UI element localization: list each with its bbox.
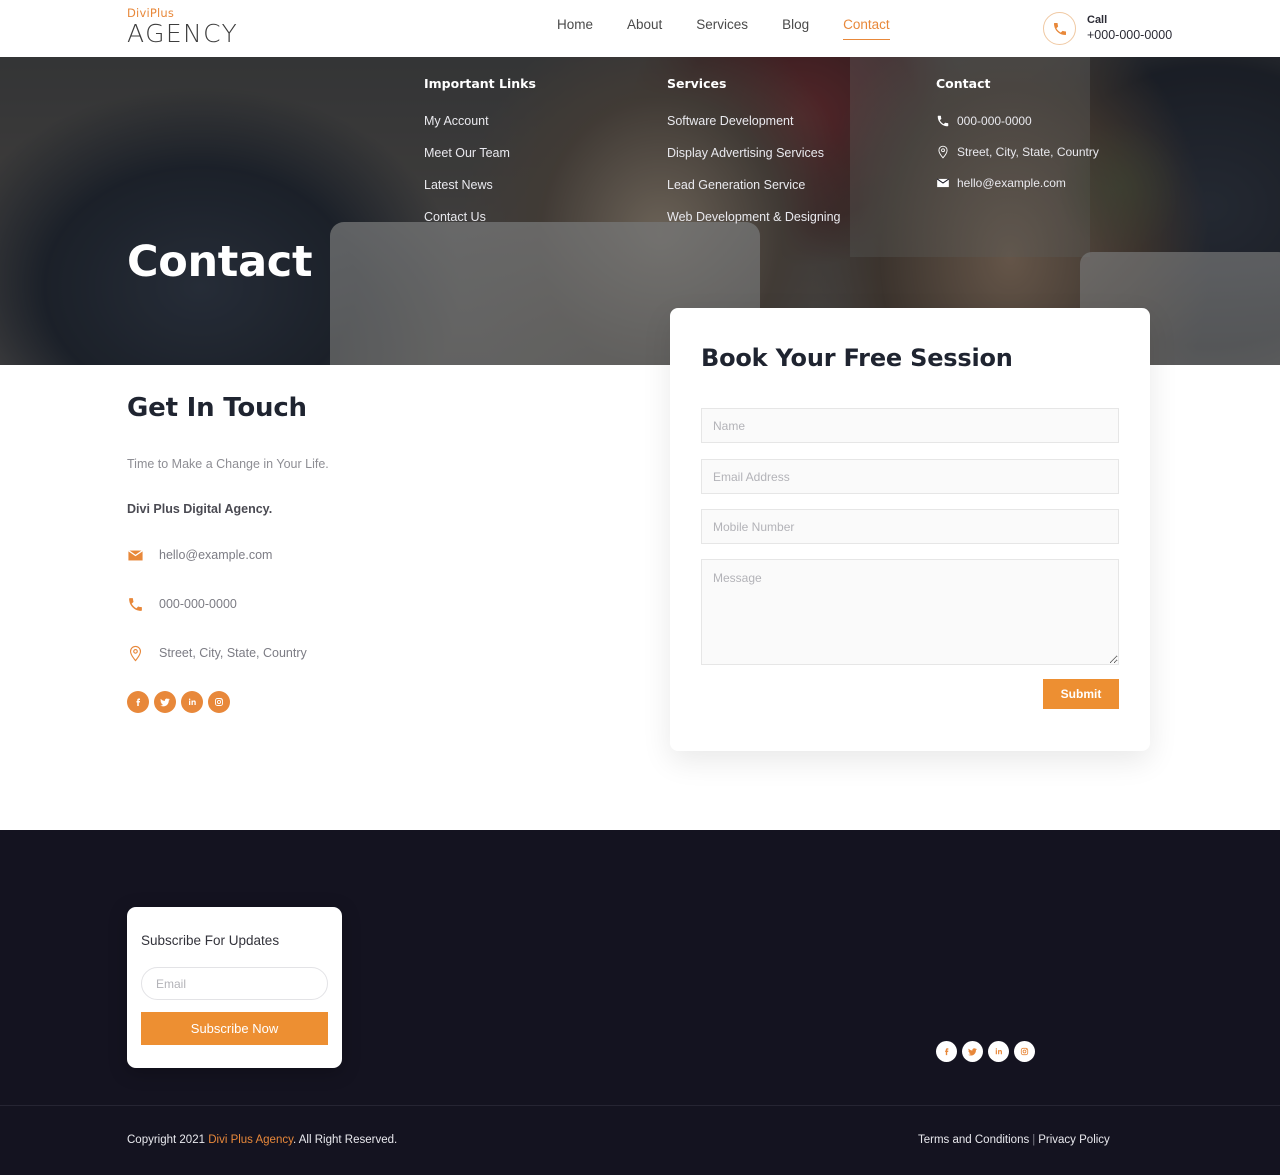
facebook-icon[interactable] xyxy=(127,691,149,713)
contact-email-text: hello@example.com xyxy=(159,548,273,562)
legal-separator: | xyxy=(1032,1134,1036,1146)
footer-link-meet-our-team[interactable]: Meet Our Team xyxy=(424,146,536,160)
contact-phone-text: 000-000-0000 xyxy=(159,597,237,611)
terms-link[interactable]: Terms and Conditions xyxy=(918,1134,1029,1146)
footer-link-my-account[interactable]: My Account xyxy=(424,114,536,128)
subscribe-email-input[interactable] xyxy=(141,967,328,1000)
nav-item-contact[interactable]: Contact xyxy=(826,17,907,40)
linkedin-icon[interactable] xyxy=(988,1041,1009,1062)
logo-top-text: DiviPlus xyxy=(127,6,175,20)
page-title: Contact xyxy=(127,237,313,287)
footer-contact-heading: Contact xyxy=(936,76,991,91)
logo-bottom-text: AGENCY xyxy=(127,18,239,48)
call-number: +000-000-0000 xyxy=(1087,28,1173,43)
nav-item-blog[interactable]: Blog xyxy=(765,17,826,32)
linkedin-icon[interactable] xyxy=(181,691,203,713)
map-pin-icon xyxy=(936,145,957,159)
mobile-input[interactable] xyxy=(701,509,1119,544)
footer-email-row[interactable]: hello@example.com xyxy=(936,176,1099,190)
footer-service-software-development[interactable]: Software Development xyxy=(667,114,840,128)
get-in-touch-heading: Get In Touch xyxy=(127,393,307,423)
copyright-brand[interactable]: Divi Plus Agency xyxy=(208,1134,293,1146)
envelope-icon xyxy=(936,176,957,190)
contact-email-row[interactable]: hello@example.com xyxy=(127,543,307,567)
social-links xyxy=(127,691,230,713)
site-header: DiviPlus AGENCY Home About Services Blog… xyxy=(0,0,1280,57)
instagram-icon[interactable] xyxy=(1014,1041,1035,1062)
privacy-link[interactable]: Privacy Policy xyxy=(1038,1134,1110,1146)
copyright-suffix: . All Right Reserved. xyxy=(293,1134,398,1146)
footer-service-web-development[interactable]: Web Development & Designing xyxy=(667,210,840,224)
map-pin-icon xyxy=(127,645,153,662)
site-logo[interactable]: DiviPlus AGENCY xyxy=(127,6,239,48)
envelope-icon xyxy=(127,547,153,564)
call-label: Call xyxy=(1087,13,1108,26)
footer-services-column: Services Software Development Display Ad… xyxy=(667,76,840,242)
company-name: Divi Plus Digital Agency. xyxy=(127,502,273,516)
subscribe-heading: Subscribe For Updates xyxy=(141,933,280,948)
main-navigation: Home About Services Blog Contact xyxy=(540,17,907,40)
footer-phone-row[interactable]: 000-000-0000 xyxy=(936,114,1099,128)
phone-icon xyxy=(936,114,957,128)
legal-links: Terms and Conditions | Privacy Policy xyxy=(918,1134,1110,1146)
footer-social-links xyxy=(936,1041,1035,1062)
get-in-touch-subtitle: Time to Make a Change in Your Life. xyxy=(127,457,329,471)
subscribe-button[interactable]: Subscribe Now xyxy=(141,1012,328,1045)
name-input[interactable] xyxy=(701,408,1119,443)
footer-contact-column: Contact 000-000-0000 Street, City, State… xyxy=(936,76,1099,207)
submit-button[interactable]: Submit xyxy=(1043,679,1119,709)
email-input[interactable] xyxy=(701,459,1119,494)
footer-link-latest-news[interactable]: Latest News xyxy=(424,178,536,192)
phone-icon xyxy=(1043,12,1076,45)
footer-phone-text: 000-000-0000 xyxy=(957,114,1032,128)
facebook-icon[interactable] xyxy=(936,1041,957,1062)
footer-divider xyxy=(0,1105,1280,1106)
booking-form-card: Book Your Free Session Submit xyxy=(670,308,1150,751)
footer-email-text: hello@example.com xyxy=(957,176,1066,190)
footer-address-text: Street, City, State, Country xyxy=(957,145,1099,159)
copyright-text: Copyright 2021 Divi Plus Agency. All Rig… xyxy=(127,1134,397,1146)
contact-page: DiviPlus AGENCY Home About Services Blog… xyxy=(0,0,1280,1175)
footer-service-lead-generation[interactable]: Lead Generation Service xyxy=(667,178,840,192)
footer-link-contact-us[interactable]: Contact Us xyxy=(424,210,536,224)
contact-phone-row[interactable]: 000-000-0000 xyxy=(127,592,307,616)
instagram-icon[interactable] xyxy=(208,691,230,713)
nav-item-about[interactable]: About xyxy=(610,17,679,32)
footer-address-row[interactable]: Street, City, State, Country xyxy=(936,145,1099,159)
footer-links-heading: Important Links xyxy=(424,76,536,91)
footer-services-heading: Services xyxy=(667,76,727,91)
copyright-prefix: Copyright 2021 xyxy=(127,1134,209,1146)
twitter-icon[interactable] xyxy=(154,691,176,713)
phone-icon xyxy=(127,596,153,613)
nav-item-home[interactable]: Home xyxy=(540,17,610,32)
subscribe-card: Subscribe For Updates Subscribe Now xyxy=(127,907,342,1068)
contact-address-text: Street, City, State, Country xyxy=(159,646,307,660)
message-textarea[interactable] xyxy=(701,559,1119,665)
contact-address-row[interactable]: Street, City, State, Country xyxy=(127,641,307,665)
twitter-icon[interactable] xyxy=(962,1041,983,1062)
header-call-block[interactable]: Call +000-000-0000 xyxy=(1043,12,1172,45)
footer-service-display-advertising[interactable]: Display Advertising Services xyxy=(667,146,840,160)
nav-item-services[interactable]: Services xyxy=(679,17,765,32)
contact-details-list: hello@example.com 000-000-0000 Street, C… xyxy=(127,543,307,690)
form-heading: Book Your Free Session xyxy=(701,344,1013,372)
footer-links-column: Important Links My Account Meet Our Team… xyxy=(424,76,536,242)
